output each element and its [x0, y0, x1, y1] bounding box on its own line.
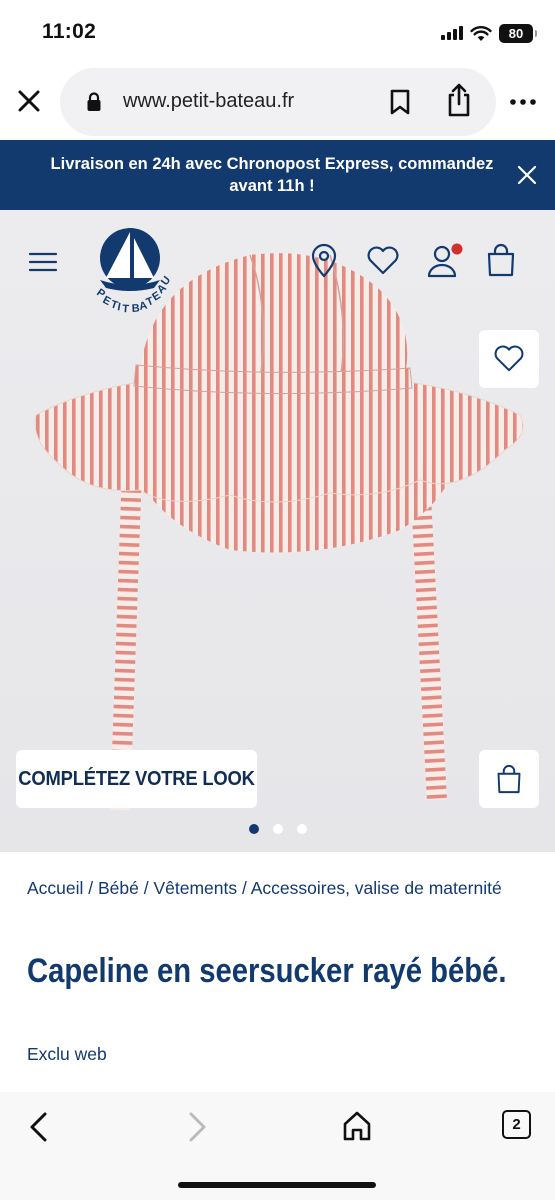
signal-icon — [441, 26, 463, 40]
back-icon[interactable] — [26, 1110, 50, 1144]
battery-indicator: 80 — [499, 23, 537, 43]
heart-icon — [494, 345, 524, 372]
svg-text:I: I — [116, 301, 121, 313]
product-hero: P E T I T B A T E A U COMPLÉTEZ VOTRE LO… — [0, 210, 555, 852]
notification-dot — [451, 243, 463, 255]
carousel-dot-2[interactable] — [272, 824, 283, 834]
screen: 11:02 80 www.petit-bateau.fr Livraison e… — [0, 0, 555, 1200]
close-banner-icon[interactable] — [513, 161, 541, 189]
status-time: 11:02 — [42, 20, 97, 43]
add-to-favorites-button[interactable] — [479, 330, 539, 388]
add-to-bag-button[interactable] — [479, 750, 539, 808]
wifi-icon — [470, 25, 492, 41]
store-locator-icon[interactable] — [309, 243, 339, 279]
cart-icon[interactable] — [485, 242, 517, 278]
promo-banner: Livraison en 24h avec Chronopost Express… — [0, 140, 555, 210]
promo-text: Livraison en 24h avec Chronopost Express… — [50, 155, 494, 195]
carousel-indicator — [0, 824, 555, 834]
status-icons: 80 — [441, 22, 537, 44]
browser-bar: www.petit-bateau.fr — [0, 64, 555, 140]
carousel-dot-1[interactable] — [248, 824, 259, 834]
account-icon[interactable] — [426, 243, 464, 279]
lock-icon — [87, 92, 101, 111]
home-indicator — [178, 1182, 376, 1188]
bookmark-icon[interactable] — [388, 88, 412, 116]
carousel-dot-3[interactable] — [296, 824, 307, 834]
tabs-button[interactable]: 2 — [502, 1110, 531, 1139]
svg-text:T: T — [122, 303, 130, 315]
share-icon[interactable] — [444, 82, 474, 118]
bag-icon — [497, 764, 521, 794]
menu-icon[interactable] — [28, 250, 58, 274]
home-icon[interactable] — [340, 1109, 374, 1143]
complete-look-button[interactable]: COMPLÉTEZ VOTRE LOOK — [16, 750, 258, 808]
status-bar: 11:02 80 — [0, 0, 555, 64]
petit-bateau-logo[interactable]: P E T I T B A T E A U — [82, 220, 178, 316]
more-options-icon[interactable] — [509, 92, 537, 112]
address-bar[interactable]: www.petit-bateau.fr — [60, 68, 496, 136]
close-tab-icon[interactable] — [14, 86, 44, 116]
browser-toolbar: 2 — [0, 1092, 555, 1200]
product-tag: Exclu web — [27, 1044, 107, 1064]
wishlist-icon[interactable] — [366, 246, 400, 276]
url-text: www.petit-bateau.fr — [123, 90, 295, 112]
forward-icon[interactable] — [186, 1110, 210, 1144]
breadcrumb[interactable]: Accueil / Bébé / Vêtements / Accessoires… — [27, 877, 527, 899]
product-title: Capeline en seersucker rayé bébé. — [27, 952, 507, 990]
